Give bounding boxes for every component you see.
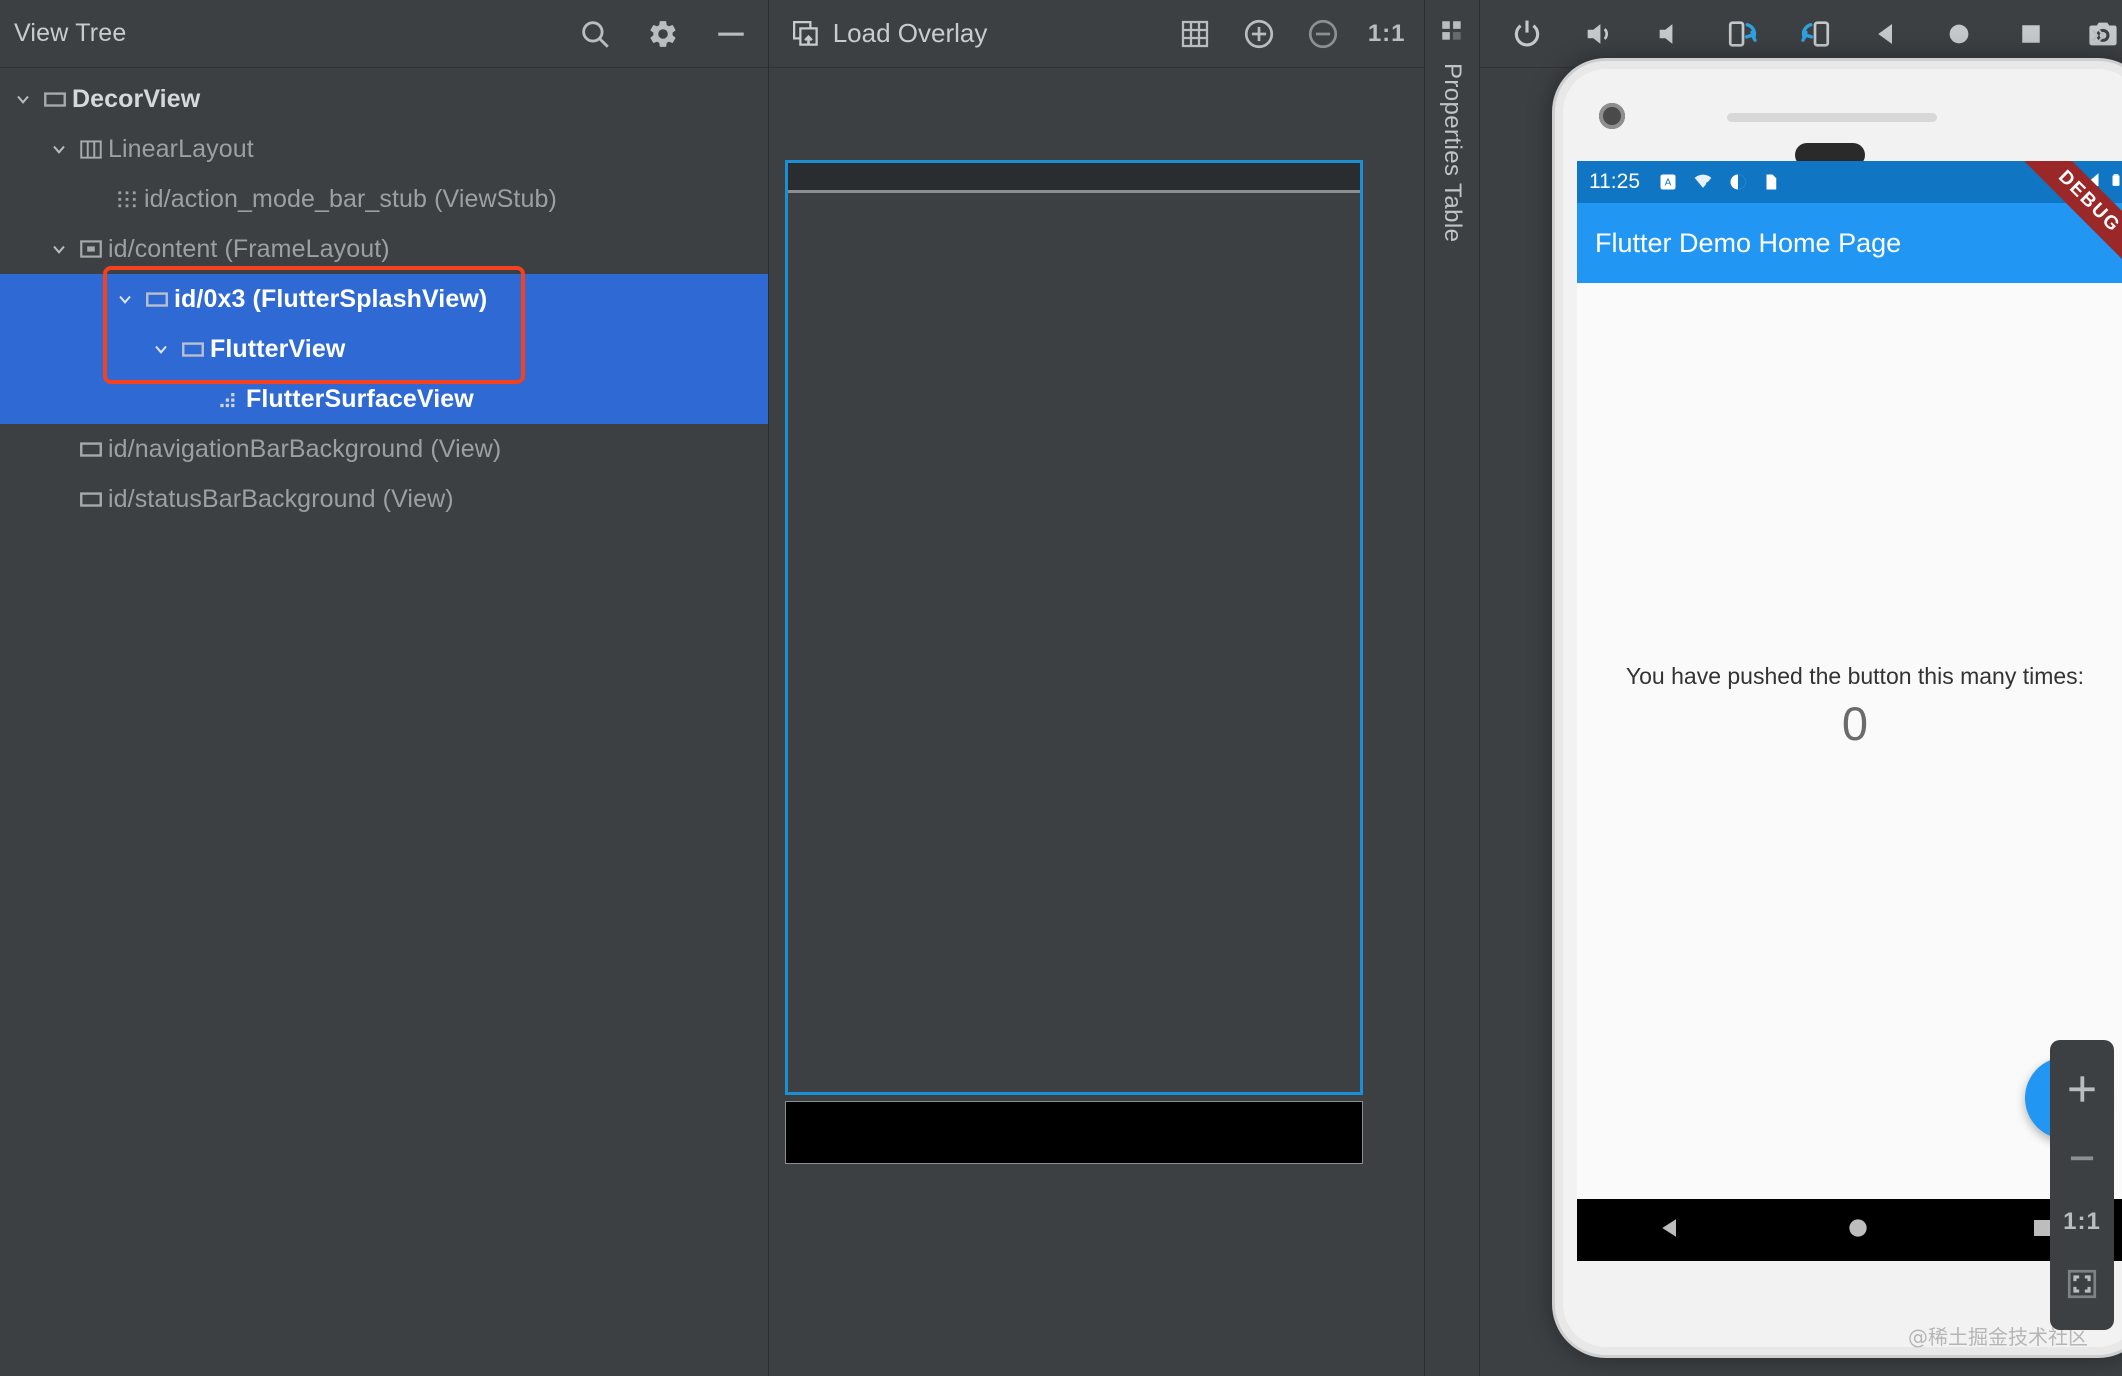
front-camera-icon — [1599, 103, 1625, 129]
tree-row[interactable]: id/content (FrameLayout) — [0, 224, 768, 274]
zoom-out-icon[interactable] — [1304, 15, 1342, 53]
tree-row[interactable]: id/action_mode_bar_stub (ViewStub) — [0, 174, 768, 224]
tree-row-label: LinearLayout — [108, 134, 254, 163]
view-rect-icon — [38, 86, 72, 112]
rotate-left-icon[interactable] — [1724, 15, 1762, 53]
surface-dots-icon — [212, 386, 246, 412]
status-bar-clock: 11:25 — [1589, 170, 1640, 193]
dots-grid-icon — [110, 186, 144, 212]
power-icon[interactable] — [1508, 15, 1546, 53]
sdcard-icon — [1762, 172, 1780, 192]
emulator-panel: » 11:25 A ? Flutter Demo Home Page DEBUG… — [1480, 0, 2122, 1376]
properties-table-label: Properties Table — [1438, 63, 1466, 243]
tree-row-selected[interactable]: FlutterView — [0, 324, 768, 374]
device-screen[interactable]: 11:25 A ? Flutter Demo Home Page DEBUG Y… — [1577, 161, 2122, 1261]
tree-row-selected[interactable]: FlutterSurfaceView — [0, 374, 768, 424]
page-title: View Tree — [14, 19, 127, 47]
volume-down-icon[interactable] — [1652, 15, 1690, 53]
chevron-down-icon[interactable] — [44, 239, 74, 259]
app-root: View Tree DecorView LinearLayout id/acti… — [0, 0, 2122, 1376]
view-tree-header: View Tree — [0, 0, 768, 68]
back-triangle-icon[interactable] — [1656, 1213, 1686, 1248]
columns-icon — [74, 136, 108, 162]
counter-label: You have pushed the button this many tim… — [1625, 663, 2085, 689]
android-nav-bar — [1577, 1199, 2122, 1261]
preview-nav-bar — [784, 1101, 1363, 1164]
preview-status-bar — [787, 163, 1360, 193]
load-overlay-button[interactable]: Load Overlay — [769, 18, 988, 49]
home-icon[interactable] — [1940, 15, 1978, 53]
fit-screen-icon[interactable] — [2065, 1267, 2099, 1301]
overview-icon[interactable] — [2012, 15, 2050, 53]
zoom-control-overlay: 1:1 — [2050, 1040, 2114, 1330]
chevron-down-icon[interactable] — [8, 89, 38, 109]
emulator-device: 11:25 A ? Flutter Demo Home Page DEBUG Y… — [1552, 58, 2122, 1358]
zoom-in-icon[interactable] — [1240, 15, 1278, 53]
tree-row-label: id/action_mode_bar_stub (ViewStub) — [144, 184, 557, 213]
counter-value: 0 — [1841, 697, 1869, 750]
preview-device-frame — [784, 160, 1363, 1095]
earpiece-speaker — [1727, 113, 1937, 122]
tree-row-label: FlutterSurfaceView — [246, 384, 474, 413]
tree-row-label: id/0x3 (FlutterSplashView) — [174, 284, 488, 313]
tree-row-label: DecorView — [72, 84, 201, 113]
zoom-in-icon[interactable] — [2063, 1070, 2101, 1108]
chevron-down-icon[interactable] — [146, 339, 176, 359]
volume-up-icon[interactable] — [1580, 15, 1618, 53]
app-bar-title: Flutter Demo Home Page — [1595, 227, 1902, 258]
properties-table-tab[interactable]: Properties Table — [1424, 0, 1480, 1376]
overlay-preview-panel: Load Overlay 1:1 — [768, 0, 1425, 1376]
rotate-right-icon[interactable] — [1796, 15, 1834, 53]
home-circle-icon[interactable] — [1845, 1215, 1871, 1246]
load-overlay-label: Load Overlay — [832, 18, 988, 48]
minus-icon[interactable] — [712, 15, 750, 53]
tree-row[interactable]: id/navigationBarBackground (View) — [0, 424, 768, 474]
view-rect-icon — [140, 286, 174, 312]
grid-icon[interactable] — [1176, 15, 1214, 53]
tree-row[interactable]: DecorView — [0, 74, 768, 124]
view-rect-icon — [176, 336, 210, 362]
overlay-tool-group: 1:1 — [1176, 0, 1406, 68]
view-rect-icon — [74, 486, 108, 512]
battery-icon — [2109, 170, 2122, 195]
back-icon[interactable] — [1868, 15, 1906, 53]
overlay-preview-canvas[interactable] — [784, 160, 1363, 1170]
ratio-1-1-button[interactable]: 1:1 — [1368, 20, 1406, 48]
ratio-1-1-label[interactable]: 1:1 — [2063, 1208, 2101, 1236]
load-overlay-icon — [791, 19, 821, 49]
svg-text:?: ? — [1706, 181, 1711, 191]
overlay-toolbar: Load Overlay 1:1 — [768, 0, 1424, 68]
wifi-question-icon: ? — [1692, 172, 1714, 192]
search-icon[interactable] — [576, 15, 614, 53]
zoom-out-icon[interactable] — [2063, 1139, 2101, 1177]
tree-row[interactable]: LinearLayout — [0, 124, 768, 174]
tree-row-label: FlutterView — [210, 334, 346, 363]
frame-icon — [74, 236, 108, 262]
flutter-body: You have pushed the button this many tim… — [1577, 283, 2122, 1261]
chevron-down-icon[interactable] — [44, 139, 74, 159]
svg-text:A: A — [1665, 177, 1672, 188]
tree-row-label: id/navigationBarBackground (View) — [108, 434, 502, 463]
view-rect-icon — [74, 436, 108, 462]
dnd-icon — [1728, 172, 1748, 192]
alarm-icon: A — [1658, 172, 1678, 192]
counter-block: You have pushed the button this many tim… — [1577, 663, 2122, 751]
view-tree-toolbar — [576, 0, 750, 68]
view-tree-panel: View Tree DecorView LinearLayout id/acti… — [0, 0, 769, 1376]
tree-row-selected[interactable]: id/0x3 (FlutterSplashView) — [0, 274, 768, 324]
properties-table-icon — [1439, 18, 1465, 49]
device-top-bezel — [1555, 61, 2122, 171]
tree-row-label: id/statusBarBackground (View) — [108, 484, 454, 513]
view-tree-list: DecorView LinearLayout id/action_mode_ba… — [0, 68, 768, 524]
flutter-app-bar: Flutter Demo Home Page — [1577, 203, 2122, 283]
chevron-down-icon[interactable] — [110, 289, 140, 309]
more-tools-icon[interactable]: » — [2090, 18, 2106, 50]
tree-row[interactable]: id/statusBarBackground (View) — [0, 474, 768, 524]
tree-row-label: id/content (FrameLayout) — [108, 234, 390, 263]
gear-icon[interactable] — [644, 15, 682, 53]
